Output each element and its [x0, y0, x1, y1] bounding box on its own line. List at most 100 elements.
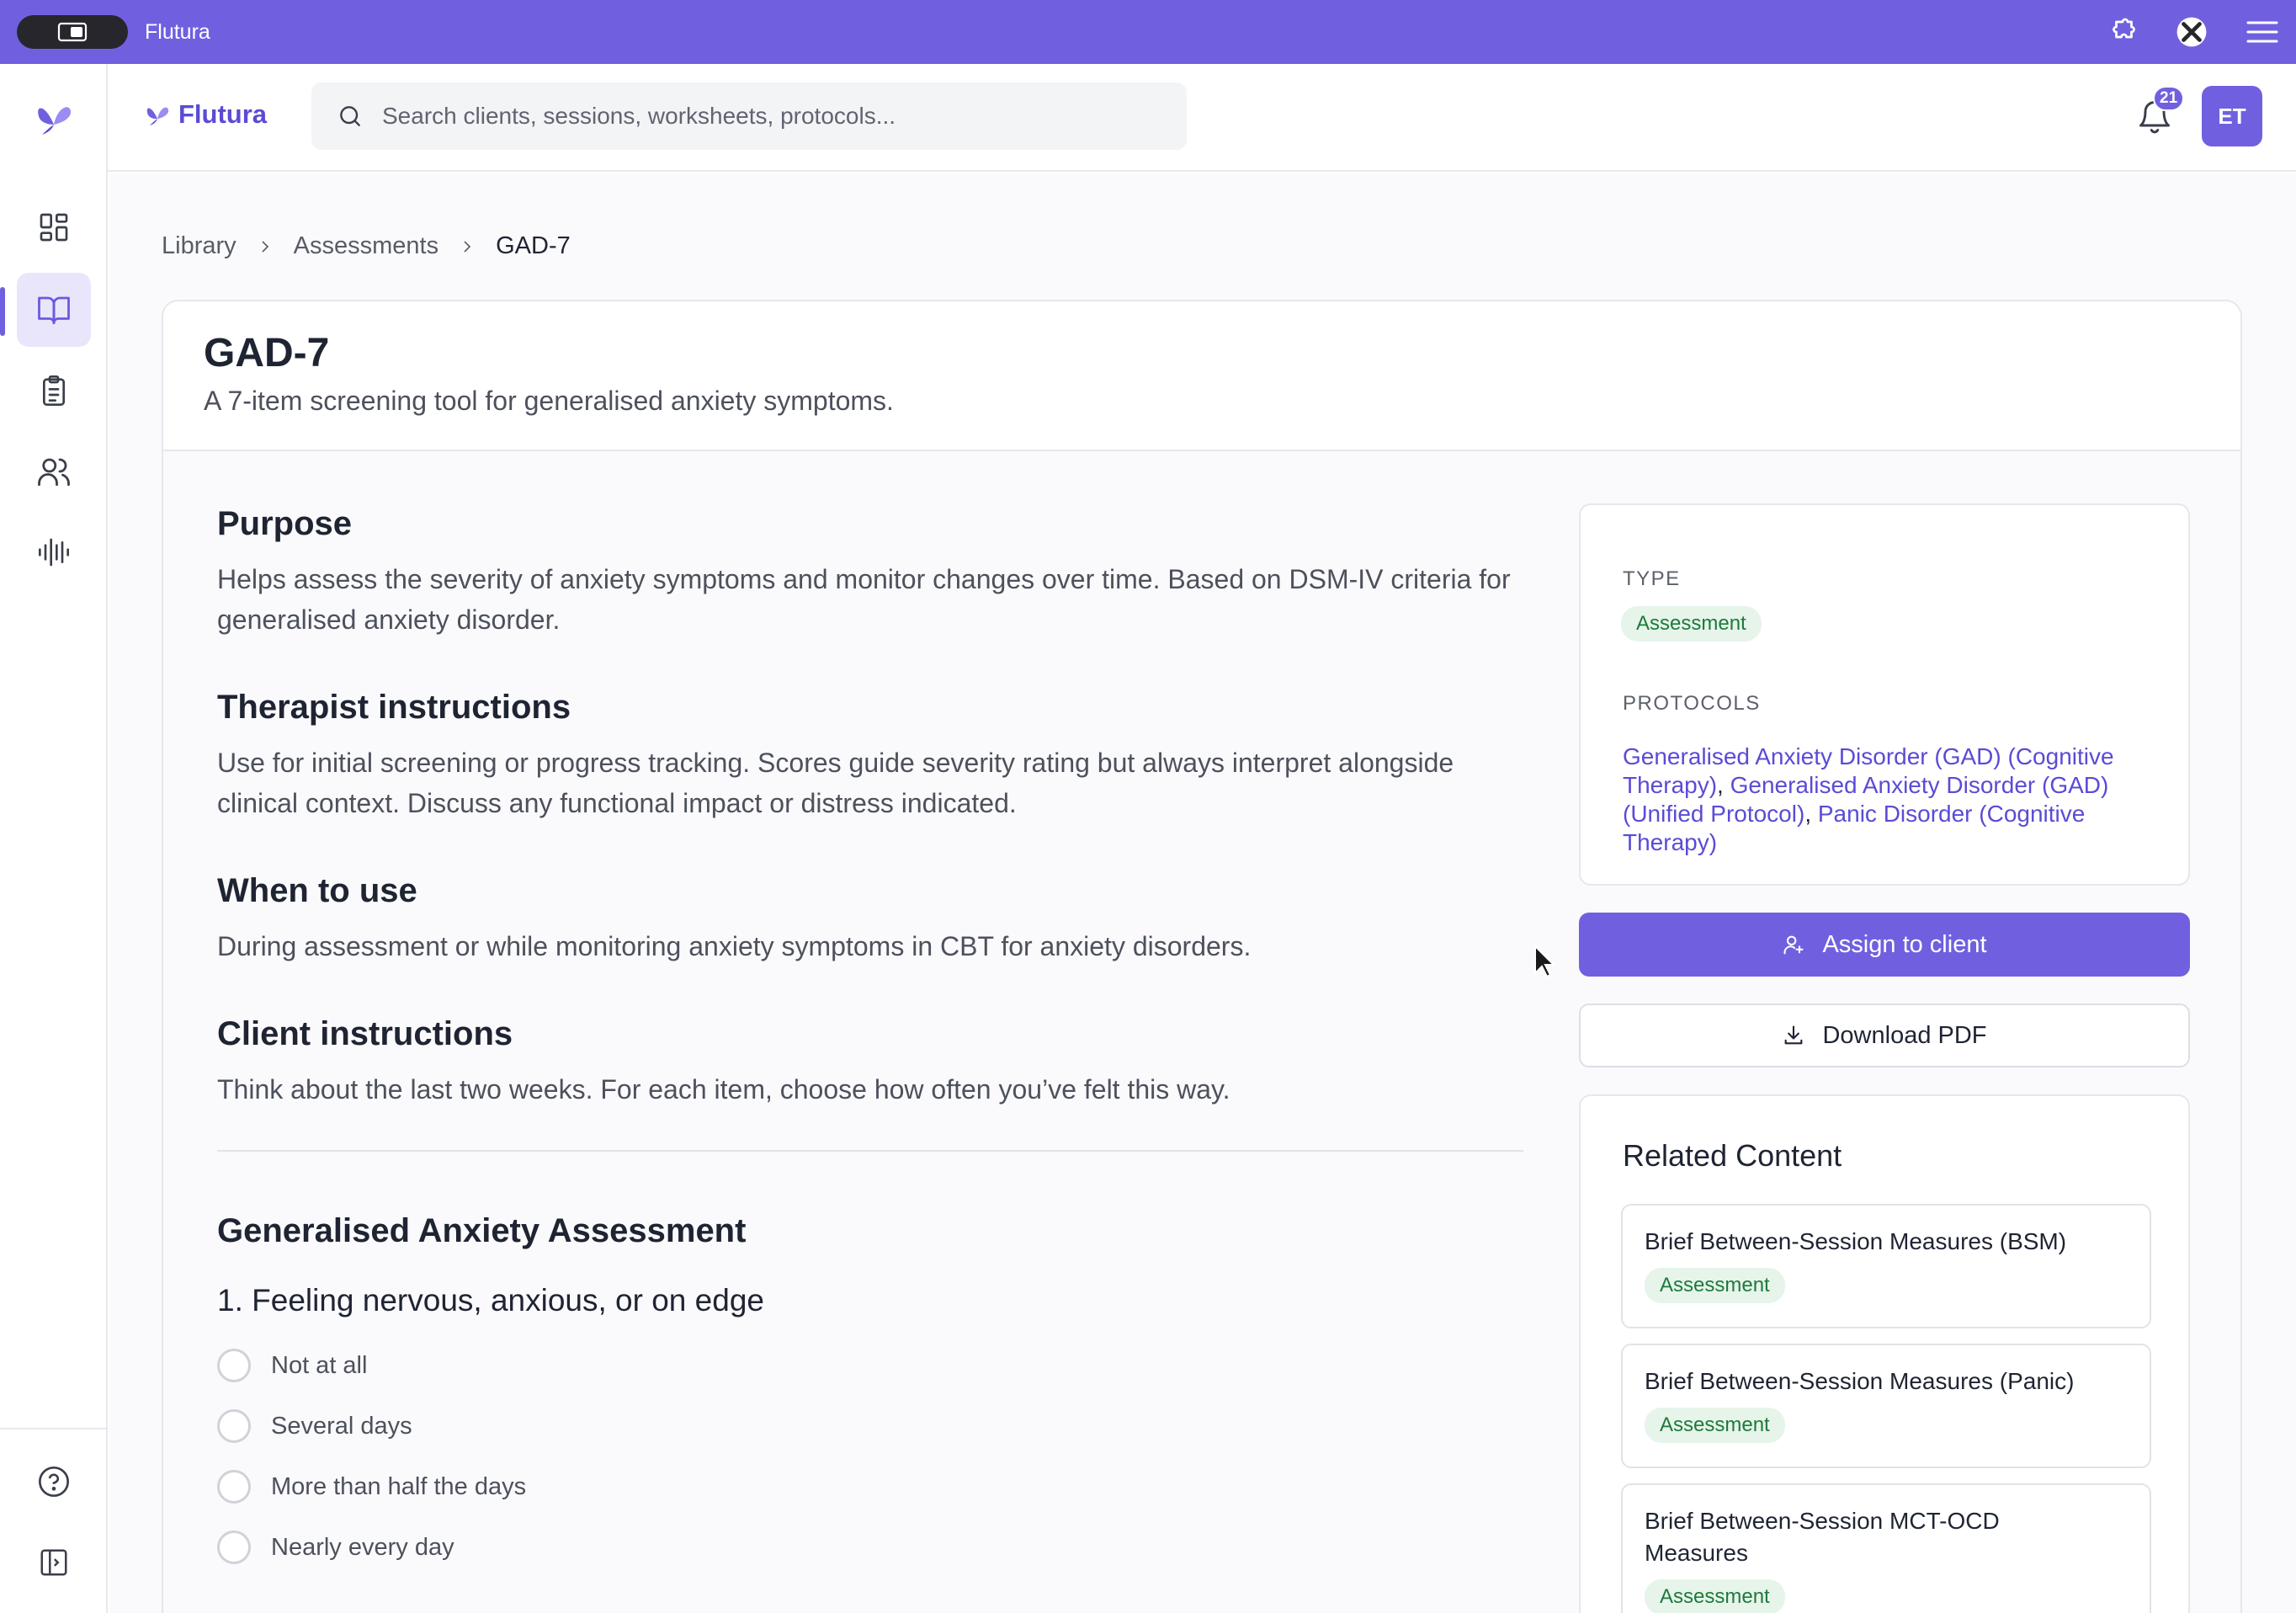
- user-plus-icon: [1783, 935, 1804, 955]
- rail-active-indicator: [0, 287, 5, 336]
- option-label: Nearly every day: [271, 1533, 454, 1561]
- page-title: GAD-7: [204, 331, 330, 375]
- section-heading: Client instructions: [217, 1015, 513, 1052]
- option-nearly-every-day[interactable]: Nearly every day: [217, 1517, 1525, 1578]
- left-rail: [0, 64, 108, 1613]
- menu-icon[interactable]: [2246, 15, 2279, 49]
- related-item[interactable]: Brief Between-Session Measures (Panic) A…: [1621, 1344, 2151, 1468]
- type-badge: Assessment: [1621, 606, 1762, 641]
- search-icon: [340, 106, 360, 126]
- protocols-list: Generalised Anxiety Disorder (GAD) (Cogn…: [1623, 743, 2161, 857]
- section-heading: Therapist instructions: [217, 689, 571, 726]
- resource-body: Purpose Helps assess the severity of anx…: [217, 503, 1525, 1578]
- audio-waveform-icon: [39, 538, 69, 567]
- rail-item-collapse[interactable]: [17, 1525, 91, 1600]
- protocols-label: PROTOCOLS: [1623, 692, 1761, 715]
- question-1: 1. Feeling nervous, anxious, or on edge: [217, 1283, 764, 1318]
- section-purpose: Purpose Helps assess the severity of anx…: [217, 503, 1525, 640]
- metadata-box: TYPE Assessment PROTOCOLS Generalised An…: [1579, 503, 2190, 886]
- section-client-instructions: Client instructions Think about the last…: [217, 1014, 1525, 1110]
- brand-name: Flutura: [178, 99, 268, 129]
- related-item-title: Brief Between-Session MCT-OCD Measures: [1645, 1508, 2000, 1566]
- butterfly-logo-icon: [146, 107, 169, 126]
- assign-button-label: Assign to client: [1822, 930, 1987, 958]
- notification-count-badge: 21: [2153, 86, 2185, 111]
- related-content-panel: Related Content Brief Between-Session Me…: [1579, 1094, 2190, 1613]
- page-subtitle: A 7-item screening tool for generalised …: [204, 386, 894, 416]
- download-icon: [1785, 1025, 1803, 1045]
- chevron-right-icon: [464, 240, 471, 253]
- top-header: Flutura 21 ET: [108, 64, 2296, 172]
- main-content: Library Assessments GAD-7 GAD-7 A 7-item…: [109, 173, 2296, 1613]
- clipboard-list-icon: [43, 375, 65, 406]
- window-titlebar: Flutura: [0, 0, 2296, 64]
- related-item[interactable]: Brief Between-Session Measures (BSM) Ass…: [1621, 1204, 2151, 1328]
- brand[interactable]: Flutura: [143, 99, 267, 130]
- rail-item-worksheets[interactable]: [17, 354, 91, 428]
- related-item[interactable]: Brief Between-Session MCT-OCD Measures A…: [1621, 1483, 2151, 1613]
- panel-left-icon: [40, 1549, 67, 1576]
- section-body: Think about the last two weeks. For each…: [217, 1074, 1230, 1105]
- rail-logo[interactable]: [17, 81, 91, 155]
- window-title: Flutura: [145, 20, 210, 44]
- section-when-to-use: When to use During assessment or while m…: [217, 870, 1525, 966]
- users-icon: [38, 458, 70, 487]
- app-logo-icon[interactable]: [2175, 15, 2208, 49]
- rail-divider: [0, 1428, 106, 1429]
- protocol-separator: ,: [1717, 772, 1724, 798]
- radio-button[interactable]: [217, 1530, 251, 1564]
- butterfly-logo-icon: [38, 107, 72, 135]
- section-body: Use for initial screening or progress tr…: [217, 748, 1454, 818]
- section-therapist-instructions: Therapist instructions Use for initial s…: [217, 687, 1525, 823]
- section-body: Helps assess the severity of anxiety sym…: [217, 564, 1511, 635]
- option-more-than-half[interactable]: More than half the days: [217, 1456, 1525, 1517]
- section-body: During assessment or while monitoring an…: [217, 931, 1252, 961]
- rail-item-library[interactable]: [17, 273, 91, 347]
- option-several-days[interactable]: Several days: [217, 1396, 1525, 1456]
- breadcrumb-library[interactable]: Library: [162, 232, 237, 260]
- rail-item-clients[interactable]: [17, 434, 91, 508]
- book-open-icon: [38, 296, 70, 325]
- breadcrumb-current: GAD-7: [496, 232, 571, 259]
- search-input[interactable]: [382, 103, 1156, 130]
- section-divider: [217, 1150, 1523, 1152]
- radio-button[interactable]: [217, 1409, 251, 1443]
- dashboard-icon: [40, 213, 68, 242]
- option-label: Several days: [271, 1412, 412, 1440]
- protocol-separator: ,: [1804, 801, 1812, 827]
- option-not-at-all[interactable]: Not at all: [217, 1335, 1525, 1396]
- window-icon: [57, 22, 88, 42]
- radio-button[interactable]: [217, 1349, 251, 1382]
- related-heading: Related Content: [1623, 1138, 1842, 1173]
- option-label: More than half the days: [271, 1472, 527, 1500]
- breadcrumb-assessments[interactable]: Assessments: [294, 232, 438, 260]
- option-label: Not at all: [271, 1351, 368, 1379]
- help-circle-icon: [39, 1467, 69, 1497]
- extension-icon[interactable]: [2106, 15, 2139, 49]
- assessment-title: Generalised Anxiety Assessment: [217, 1212, 747, 1249]
- side-panel: TYPE Assessment PROTOCOLS Generalised An…: [1579, 503, 2190, 1613]
- related-item-tag: Assessment: [1645, 1579, 1785, 1613]
- related-item-title: Brief Between-Session Measures (BSM): [1645, 1228, 2067, 1254]
- breadcrumb: Library Assessments GAD-7: [162, 232, 571, 260]
- rail-item-sessions[interactable]: [17, 515, 91, 589]
- type-label: TYPE: [1623, 567, 1681, 590]
- related-item-tag: Assessment: [1645, 1408, 1785, 1443]
- rail-item-dashboard[interactable]: [17, 190, 91, 264]
- download-pdf-button[interactable]: Download PDF: [1579, 1003, 2190, 1067]
- chevron-right-icon: [262, 240, 268, 253]
- resource-card: GAD-7 A 7-item screening tool for genera…: [162, 300, 2242, 1613]
- radio-button[interactable]: [217, 1470, 251, 1504]
- user-avatar[interactable]: ET: [2202, 86, 2262, 146]
- sidebar-toggle-pill[interactable]: [17, 15, 128, 49]
- assign-to-client-button[interactable]: Assign to client: [1579, 913, 2190, 977]
- section-heading: Purpose: [217, 505, 353, 542]
- related-item-tag: Assessment: [1645, 1268, 1785, 1303]
- download-button-label: Download PDF: [1822, 1021, 1987, 1049]
- mouse-cursor-icon: [1534, 945, 1556, 978]
- section-heading: When to use: [217, 872, 417, 909]
- rail-item-help[interactable]: [17, 1445, 91, 1519]
- search-bar[interactable]: [311, 83, 1187, 150]
- related-item-title: Brief Between-Session Measures (Panic): [1645, 1368, 2075, 1394]
- resource-header: GAD-7 A 7-item screening tool for genera…: [163, 301, 2240, 451]
